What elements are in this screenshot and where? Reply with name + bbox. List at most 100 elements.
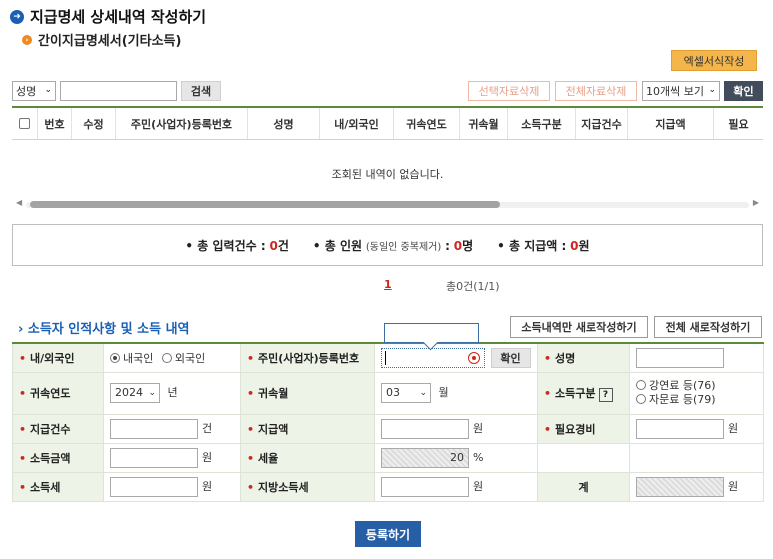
- chevron-down-icon: ⌄: [419, 388, 427, 398]
- chevron-down-icon: ⌄: [148, 388, 156, 398]
- form-row: • 내/외국인 내국인 외국인 • 주민(사업자)등록번호 확인 • 성명: [12, 342, 764, 373]
- search-field-value: 성명: [16, 85, 37, 98]
- register-button[interactable]: 등록하기: [355, 521, 421, 547]
- grid-toolbar: 성명 ⌄ 검색 선택자료삭제 전체자료삭제 10개씩 보기 ⌄ 확인: [12, 80, 763, 102]
- page-size-value: 10개씩 보기: [646, 85, 704, 98]
- arrow-right-circle-icon: ›: [22, 34, 32, 45]
- count-label: • 지급건수: [12, 413, 104, 444]
- grid-horizontal-scrollbar[interactable]: ◀ ▶: [12, 198, 763, 212]
- nationality-foreign-radio[interactable]: 외국인: [161, 352, 205, 365]
- pager-current-page[interactable]: 1: [384, 278, 392, 291]
- month-select[interactable]: 03 ⌄: [381, 383, 431, 403]
- form-row: • 지급건수 건 • 지급액 원 • 필요경비 원: [12, 413, 764, 444]
- expense-label: • 필요경비: [537, 413, 630, 444]
- expense-input[interactable]: [636, 418, 724, 439]
- nationality-radio-group: 내국인 외국인: [103, 342, 241, 373]
- page-title: ➜ 지급명세 상세내역 작성하기: [10, 6, 206, 27]
- column-header[interactable]: 지급액: [628, 108, 714, 139]
- year-cell: 2024 ⌄ 년: [103, 371, 241, 415]
- count-input[interactable]: [110, 418, 198, 439]
- local-tax-input[interactable]: [381, 476, 469, 497]
- column-header[interactable]: 소득구분: [508, 108, 576, 139]
- rrn-cell: 확인: [374, 342, 538, 373]
- page-subtitle-text: 간이지급명세서(기타소득): [38, 34, 182, 49]
- column-header[interactable]: 지급건수: [576, 108, 628, 139]
- amount-cell: 원: [374, 413, 538, 444]
- nationality-label: • 내/외국인: [12, 342, 104, 373]
- form-row: • 소득금액 원 • 세율 20%: [12, 442, 764, 473]
- search-button[interactable]: 검색: [181, 81, 221, 101]
- chevron-down-icon: ⌄: [44, 85, 52, 95]
- summary-total-amount: • 총 지급액 : 0원: [497, 238, 590, 253]
- column-header[interactable]: 내/외국인: [320, 108, 394, 139]
- search-input[interactable]: [60, 81, 177, 101]
- total-field: [636, 476, 724, 497]
- column-header[interactable]: 성명: [248, 108, 320, 139]
- scroll-right-icon[interactable]: ▶: [753, 198, 759, 207]
- year-label: • 귀속연도: [12, 371, 104, 415]
- tax-rate-field: 20: [381, 447, 469, 468]
- select-all-checkbox[interactable]: [19, 118, 30, 129]
- year-select[interactable]: 2024 ⌄: [110, 383, 160, 403]
- income-tax-input[interactable]: [110, 476, 198, 497]
- new-all-button[interactable]: 전체 새로작성하기: [654, 316, 762, 338]
- income-tax-cell: 원: [103, 471, 241, 502]
- select-all-cell: [12, 108, 38, 139]
- income-type-label: • 소득구분?: [537, 371, 630, 415]
- column-header[interactable]: 주민(사업자)등록번호: [116, 108, 248, 139]
- income-amount-cell: 원: [103, 442, 241, 473]
- summary-total-people: • 총 인원 (동일인 중복제거) : 0명: [312, 238, 474, 253]
- grid-header: 번호 수정 주민(사업자)등록번호 성명 내/외국인 귀속연도 귀속월 소득구분…: [12, 106, 763, 140]
- search-field-select[interactable]: 성명 ⌄: [12, 81, 56, 101]
- count-cell: 건: [103, 413, 241, 444]
- income-form-table: • 내/외국인 내국인 외국인 • 주민(사업자)등록번호 확인 • 성명 • 귀속연도…: [12, 342, 764, 502]
- excel-template-button[interactable]: 엑셀서식작성: [671, 50, 757, 71]
- local-tax-cell: 원: [374, 471, 538, 502]
- income-type-lecture-radio[interactable]: 강연료 등(76): [636, 379, 757, 393]
- nationality-domestic-radio[interactable]: 내국인: [110, 352, 153, 365]
- empty-cell: [537, 442, 630, 473]
- delete-selected-button[interactable]: 선택자료삭제: [468, 81, 550, 101]
- local-tax-label: • 지방소득세: [240, 471, 375, 502]
- new-income-only-button[interactable]: 소득내역만 새로작성하기: [510, 316, 648, 338]
- delete-all-button[interactable]: 전체자료삭제: [555, 81, 637, 101]
- rrn-label: • 주민(사업자)등록번호: [240, 342, 375, 373]
- income-type-advisory-radio[interactable]: 자문료 등(79): [636, 393, 757, 407]
- empty-cell: [629, 442, 764, 473]
- page-subtitle: › 간이지급명세서(기타소득): [22, 30, 181, 49]
- column-header[interactable]: 귀속연도: [394, 108, 460, 139]
- column-header[interactable]: 필요: [714, 108, 763, 139]
- rrn-confirm-button[interactable]: 확인: [490, 347, 531, 368]
- page-size-select[interactable]: 10개씩 보기 ⌄: [642, 81, 720, 101]
- income-amount-input[interactable]: [110, 447, 198, 468]
- rrn-input[interactable]: [381, 347, 485, 368]
- summary-total-entries: • 총 입력건수 : 0건: [185, 238, 289, 253]
- help-icon[interactable]: ?: [598, 387, 613, 402]
- scroll-thumb[interactable]: [30, 201, 500, 208]
- income-tax-label: • 소득세: [12, 471, 104, 502]
- page-title-text: 지급명세 상세내역 작성하기: [30, 8, 207, 26]
- tax-rate-cell: 20%: [374, 442, 538, 473]
- expense-cell: 원: [629, 413, 764, 444]
- column-header[interactable]: 수정: [72, 108, 116, 139]
- column-header[interactable]: 귀속월: [460, 108, 508, 139]
- total-cell: 원: [629, 471, 764, 502]
- arrow-right-circle-icon: ➜: [10, 9, 24, 24]
- rrn-tooltip: [384, 323, 479, 343]
- tax-rate-label: • 세율: [240, 442, 375, 473]
- pager-info: 총0건(1/1): [446, 280, 500, 293]
- clear-icon[interactable]: [468, 351, 480, 364]
- name-label: • 성명: [537, 342, 630, 373]
- name-input[interactable]: [636, 347, 724, 368]
- month-label: • 귀속월: [240, 371, 375, 415]
- scroll-left-icon[interactable]: ◀: [16, 198, 22, 207]
- form-row: • 귀속연도 2024 ⌄ 년 • 귀속월 03 ⌄ 월 • 소득구분? 강연료 등(…: [12, 371, 764, 415]
- form-row: • 소득세 원 • 지방소득세 원 계 원: [12, 471, 764, 502]
- summary-box: • 총 입력건수 : 0건 • 총 인원 (동일인 중복제거) : 0명 • 총…: [12, 224, 763, 266]
- column-header[interactable]: 번호: [38, 108, 72, 139]
- chevron-right-icon: ›: [18, 322, 24, 337]
- chevron-down-icon: ⌄: [708, 85, 716, 95]
- amount-input[interactable]: [381, 418, 469, 439]
- page-size-confirm-button[interactable]: 확인: [724, 81, 763, 101]
- month-cell: 03 ⌄ 월: [374, 371, 538, 415]
